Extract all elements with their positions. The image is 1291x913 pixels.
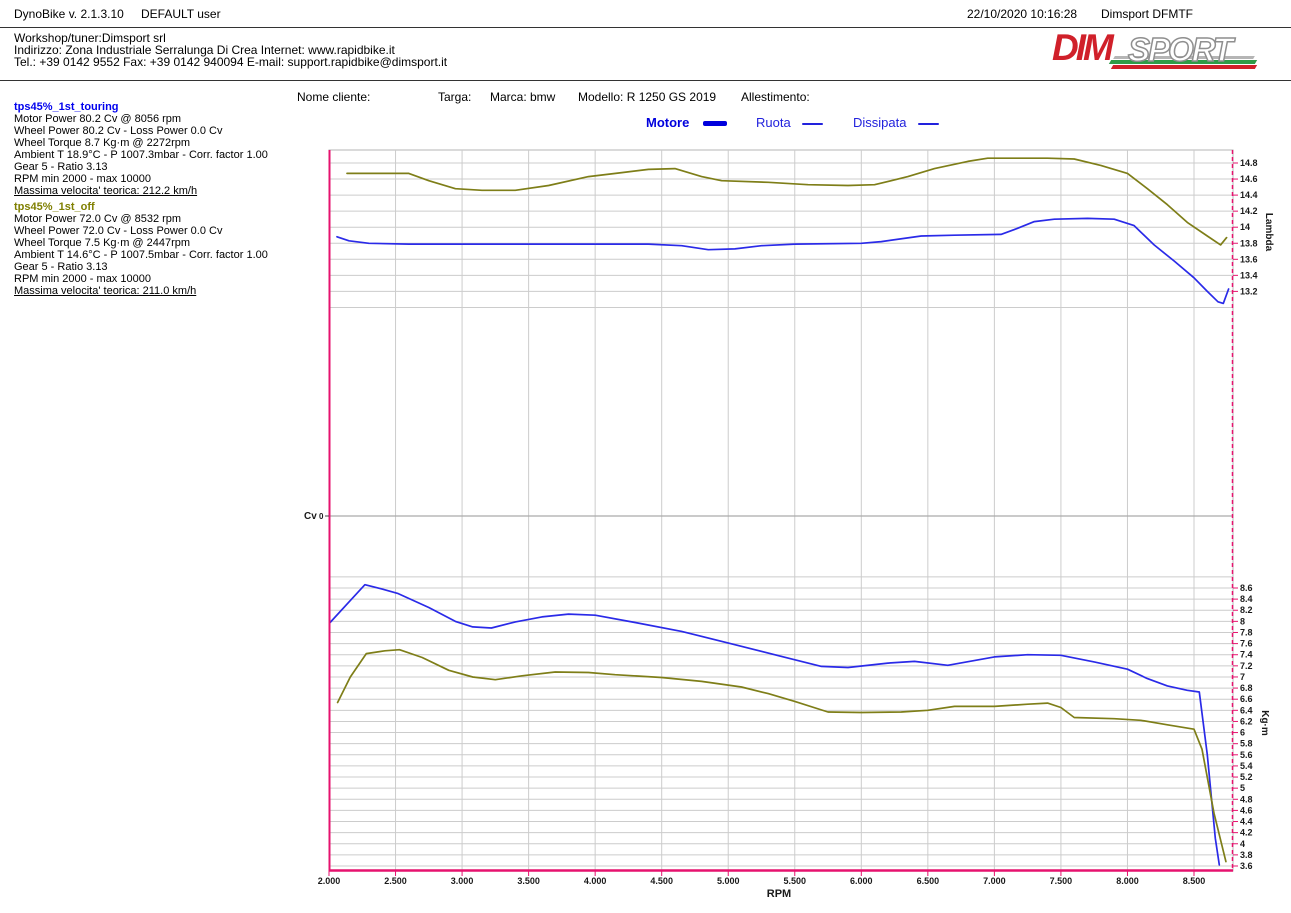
dimsport-logo: DIM SPORT — [1052, 29, 1257, 73]
svg-text:8.6: 8.6 — [1240, 583, 1253, 593]
svg-text:RPM: RPM — [767, 888, 791, 900]
svg-text:2.500: 2.500 — [384, 876, 407, 886]
svg-text:2.000: 2.000 — [318, 876, 341, 886]
svg-text:14: 14 — [1240, 222, 1250, 232]
dynobike-report-page: DynoBike v. 2.1.3.10 DEFAULT user 22/10/… — [0, 0, 1291, 913]
svg-text:6.500: 6.500 — [917, 876, 940, 886]
svg-text:13.4: 13.4 — [1240, 270, 1258, 280]
svg-text:6.6: 6.6 — [1240, 694, 1253, 704]
svg-text:7.8: 7.8 — [1240, 627, 1253, 637]
svg-text:7.000: 7.000 — [983, 876, 1006, 886]
svg-text:6: 6 — [1240, 728, 1245, 738]
svg-text:Cv: Cv — [304, 511, 317, 522]
svg-text:6.8: 6.8 — [1240, 683, 1253, 693]
svg-text:3.6: 3.6 — [1240, 861, 1253, 871]
svg-text:6.000: 6.000 — [850, 876, 873, 886]
curve-torque — [330, 585, 1219, 865]
svg-text:8.500: 8.500 — [1183, 876, 1206, 886]
svg-text:0: 0 — [319, 512, 324, 521]
svg-text:7.4: 7.4 — [1240, 650, 1253, 660]
svg-text:6.2: 6.2 — [1240, 716, 1253, 726]
svg-text:5.500: 5.500 — [784, 876, 807, 886]
svg-text:7: 7 — [1240, 672, 1245, 682]
svg-text:4.4: 4.4 — [1240, 817, 1253, 827]
svg-text:13.8: 13.8 — [1240, 238, 1258, 248]
svg-text:14.2: 14.2 — [1240, 206, 1258, 216]
svg-text:8: 8 — [1240, 616, 1245, 626]
svg-text:7.500: 7.500 — [1050, 876, 1073, 886]
svg-text:4.500: 4.500 — [650, 876, 673, 886]
svg-text:8.000: 8.000 — [1116, 876, 1139, 886]
svg-text:14.4: 14.4 — [1240, 190, 1258, 200]
svg-text:5.8: 5.8 — [1240, 739, 1253, 749]
curve-torque — [338, 650, 1226, 862]
svg-text:8.4: 8.4 — [1240, 594, 1253, 604]
svg-text:7.6: 7.6 — [1240, 639, 1253, 649]
svg-text:5: 5 — [1240, 783, 1245, 793]
svg-text:5.000: 5.000 — [717, 876, 740, 886]
svg-text:4: 4 — [1240, 839, 1245, 849]
svg-text:13.2: 13.2 — [1240, 286, 1258, 296]
dyno-chart: 14.8 14.6 14.4 14.2 14 13.8 13.6 13.4 13.2 Lambda… — [0, 0, 1291, 913]
svg-text:7.2: 7.2 — [1240, 661, 1253, 671]
svg-text:4.2: 4.2 — [1240, 828, 1253, 838]
curve-lambda — [347, 158, 1227, 245]
svg-text:Kg·m: Kg·m — [1259, 710, 1270, 736]
logo-text-dim: DIM — [1052, 27, 1111, 69]
curve-lambda — [337, 218, 1229, 303]
svg-text:3.000: 3.000 — [451, 876, 474, 886]
svg-text:5.6: 5.6 — [1240, 750, 1253, 760]
svg-text:4.8: 4.8 — [1240, 794, 1253, 804]
svg-text:5.4: 5.4 — [1240, 761, 1253, 771]
svg-text:14.6: 14.6 — [1240, 174, 1258, 184]
svg-text:6.4: 6.4 — [1240, 705, 1253, 715]
svg-text:3.500: 3.500 — [517, 876, 540, 886]
svg-text:4.6: 4.6 — [1240, 805, 1253, 815]
svg-text:Lambda: Lambda — [1263, 213, 1274, 252]
svg-text:3.8: 3.8 — [1240, 850, 1253, 860]
svg-text:13.6: 13.6 — [1240, 254, 1258, 264]
svg-text:4.000: 4.000 — [584, 876, 607, 886]
svg-text:14.8: 14.8 — [1240, 158, 1258, 168]
logo-text-sport: SPORT — [1128, 31, 1231, 69]
svg-text:5.2: 5.2 — [1240, 772, 1253, 782]
svg-text:8.2: 8.2 — [1240, 605, 1253, 615]
